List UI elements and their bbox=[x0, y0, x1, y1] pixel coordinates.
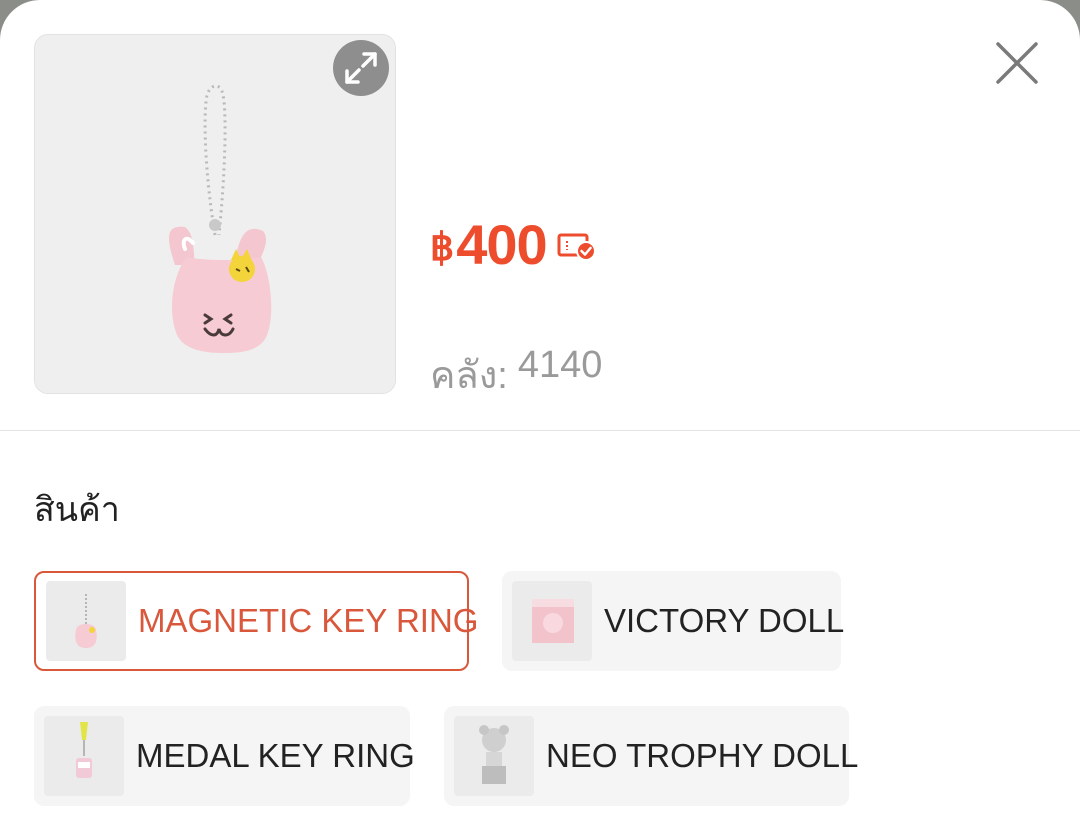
price-amount: 400 bbox=[456, 212, 547, 276]
variant-option-victory-doll[interactable]: VICTORY DOLL bbox=[502, 571, 845, 671]
variant-option-magnetic-key-ring[interactable]: MAGNETIC KEY RING bbox=[34, 571, 478, 671]
variant-thumbnail bbox=[454, 716, 534, 796]
variant-label: NEO TROPHY DOLL bbox=[546, 737, 859, 774]
variant-label: MAGNETIC KEY RING bbox=[138, 602, 479, 639]
variant-section-title: สินค้า bbox=[34, 491, 120, 529]
currency-symbol: ฿ bbox=[430, 226, 455, 269]
variant-thumbnail bbox=[46, 581, 126, 661]
stock-label: คลัง: bbox=[430, 355, 508, 397]
variant-option-medal-key-ring[interactable]: MEDAL KEY RING bbox=[34, 706, 415, 806]
variant-option-neo-trophy-doll[interactable]: NEO TROPHY DOLL bbox=[444, 706, 858, 806]
variant-bottom-sheet: ฿ 400 คลัง: 4140 สินค้า MAGNETIC KEY RIN… bbox=[0, 0, 1080, 832]
stock-value: 4140 bbox=[517, 344, 603, 386]
expand-icon bbox=[345, 52, 377, 84]
section-divider bbox=[0, 430, 1080, 431]
variant-label: VICTORY DOLL bbox=[604, 602, 845, 639]
voucher-check-icon[interactable] bbox=[557, 232, 597, 265]
stock-info: คลัง: 4140 bbox=[430, 344, 602, 405]
variant-label: MEDAL KEY RING bbox=[136, 737, 415, 774]
close-icon bbox=[996, 42, 1038, 84]
close-button[interactable] bbox=[988, 34, 1046, 92]
product-price: ฿ 400 bbox=[430, 212, 597, 276]
variant-thumbnail bbox=[44, 716, 124, 796]
variant-thumbnail bbox=[512, 581, 592, 661]
expand-button[interactable] bbox=[333, 40, 389, 96]
